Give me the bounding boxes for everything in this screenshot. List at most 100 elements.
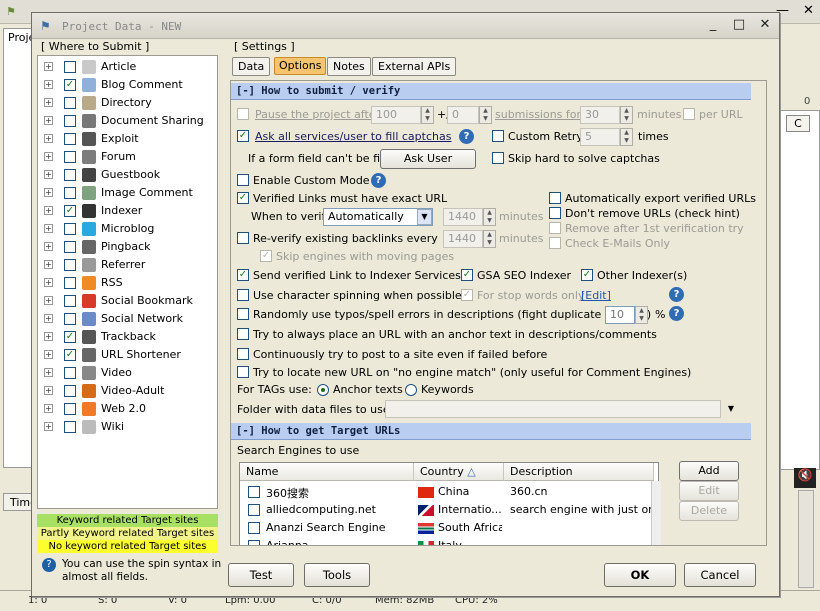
- engine-checkbox[interactable]: [64, 295, 76, 307]
- plus-minus-spinner[interactable]: ▲▼: [479, 106, 492, 124]
- tree-item[interactable]: +Web 2.0: [38, 400, 216, 418]
- remove-after-checkbox[interactable]: [549, 222, 561, 234]
- tree-item[interactable]: +Guestbook: [38, 166, 216, 184]
- reverify-spinner[interactable]: ▲▼: [483, 230, 496, 248]
- char-spin-help-icon[interactable]: ?: [669, 287, 684, 302]
- cancel-button[interactable]: Cancel: [684, 563, 756, 587]
- engine-checkbox[interactable]: [64, 259, 76, 271]
- engine-checkbox[interactable]: [64, 151, 76, 163]
- tab-data[interactable]: Data: [232, 57, 270, 76]
- submissions-spinner[interactable]: ▲▼: [620, 106, 633, 124]
- ok-button[interactable]: OK: [604, 563, 676, 587]
- add-button[interactable]: Add: [679, 461, 739, 481]
- bg-scrollbar[interactable]: [798, 490, 814, 588]
- locate-new-checkbox[interactable]: [237, 366, 249, 378]
- row-checkbox[interactable]: [248, 540, 260, 546]
- tree-item[interactable]: +Forum: [38, 148, 216, 166]
- expand-icon[interactable]: +: [44, 98, 53, 107]
- dialog-titlebar[interactable]: ⚑ Project Data - NEW _ □ ✕: [32, 13, 779, 39]
- edit-button[interactable]: Edit: [679, 481, 739, 501]
- engine-checkbox[interactable]: ✓: [64, 349, 76, 361]
- other-indexer-checkbox[interactable]: ✓: [581, 269, 593, 281]
- pause-label[interactable]: Pause the project after: [255, 108, 380, 121]
- keywords-radio[interactable]: [405, 384, 417, 396]
- expand-icon[interactable]: +: [44, 260, 53, 269]
- tree-item[interactable]: +Wiki: [38, 418, 216, 436]
- tree-item[interactable]: +Video-Adult: [38, 382, 216, 400]
- ask-user-dropdown[interactable]: Ask User: [380, 149, 476, 169]
- edit-link[interactable]: [Edit]: [581, 289, 611, 302]
- engine-checkbox[interactable]: ✓: [64, 205, 76, 217]
- row-checkbox[interactable]: [248, 522, 260, 534]
- table-row[interactable]: AriannaItaly: [240, 537, 658, 546]
- minimize-icon[interactable]: _: [704, 17, 722, 35]
- plus-minus-value[interactable]: 0: [447, 106, 479, 124]
- engine-checkbox[interactable]: [64, 97, 76, 109]
- bg-close-icon[interactable]: ✕: [803, 3, 814, 18]
- engine-checkbox[interactable]: [64, 61, 76, 73]
- expand-icon[interactable]: +: [44, 242, 53, 251]
- anchor-texts-radio[interactable]: [317, 384, 329, 396]
- verify-minutes-value[interactable]: 1440: [443, 208, 483, 226]
- check-email-checkbox[interactable]: [549, 237, 561, 249]
- expand-icon[interactable]: +: [44, 62, 53, 71]
- expand-icon[interactable]: +: [44, 170, 53, 179]
- expand-icon[interactable]: +: [44, 350, 53, 359]
- retry-value[interactable]: 5: [580, 128, 620, 146]
- pause-spinner[interactable]: ▲▼: [421, 106, 434, 124]
- per-url-checkbox[interactable]: [683, 108, 695, 120]
- expand-icon[interactable]: +: [44, 206, 53, 215]
- engine-checkbox[interactable]: [64, 223, 76, 235]
- tree-item[interactable]: +Referrer: [38, 256, 216, 274]
- expand-icon[interactable]: +: [44, 152, 53, 161]
- verify-minutes-spinner[interactable]: ▲▼: [483, 208, 496, 226]
- typos-spinner[interactable]: ▲▼: [635, 306, 648, 324]
- engine-checkbox[interactable]: [64, 241, 76, 253]
- tree-item[interactable]: +Video: [38, 364, 216, 382]
- submissions-for-label[interactable]: submissions for: [495, 108, 581, 121]
- expand-icon[interactable]: +: [44, 368, 53, 377]
- custom-mode-help-icon[interactable]: ?: [371, 173, 386, 188]
- tree-item[interactable]: +Exploit: [38, 130, 216, 148]
- tab-notes[interactable]: Notes: [327, 57, 371, 76]
- engine-checkbox[interactable]: [64, 421, 76, 433]
- section-submit-verify[interactable]: [-] How to submit / verify: [231, 83, 751, 100]
- skip-moving-checkbox[interactable]: ✓: [260, 250, 272, 262]
- expand-icon[interactable]: +: [44, 422, 53, 431]
- char-spin-checkbox[interactable]: [237, 289, 249, 301]
- expand-icon[interactable]: +: [44, 188, 53, 197]
- section-target-urls[interactable]: [-] How to get Target URLs: [231, 423, 751, 440]
- expand-icon[interactable]: +: [44, 404, 53, 413]
- pause-value[interactable]: 100: [371, 106, 421, 124]
- col-name[interactable]: Name: [240, 463, 414, 481]
- maximize-icon[interactable]: □: [730, 17, 748, 35]
- expand-icon[interactable]: +: [44, 314, 53, 323]
- tree-item[interactable]: +Pingback: [38, 238, 216, 256]
- skip-hard-checkbox[interactable]: [492, 152, 504, 164]
- engine-checkbox[interactable]: [64, 187, 76, 199]
- row-checkbox[interactable]: [248, 504, 260, 516]
- tree-item[interactable]: +Document Sharing: [38, 112, 216, 130]
- table-row[interactable]: Ananzi Search EngineSouth Africa: [240, 519, 658, 537]
- send-indexer-checkbox[interactable]: ✓: [237, 269, 249, 281]
- engine-checkbox[interactable]: [64, 367, 76, 379]
- tab-options[interactable]: Options: [274, 57, 326, 75]
- tree-item[interactable]: +✓URL Shortener: [38, 346, 216, 364]
- expand-icon[interactable]: +: [44, 134, 53, 143]
- speaker-icon[interactable]: 🔇: [794, 468, 816, 488]
- tree-item[interactable]: +✓Blog Comment: [38, 76, 216, 94]
- expand-icon[interactable]: +: [44, 80, 53, 89]
- typos-checkbox[interactable]: [237, 308, 249, 320]
- anchor-checkbox[interactable]: [237, 328, 249, 340]
- row-checkbox[interactable]: [248, 486, 260, 498]
- engine-checkbox[interactable]: ✓: [64, 331, 76, 343]
- typos-value[interactable]: 10: [605, 306, 635, 324]
- col-country[interactable]: Country △: [414, 463, 504, 481]
- reverify-checkbox[interactable]: [237, 232, 249, 244]
- tree-item[interactable]: +RSS: [38, 274, 216, 292]
- engine-checkbox[interactable]: [64, 115, 76, 127]
- expand-icon[interactable]: +: [44, 332, 53, 341]
- engine-checkbox[interactable]: [64, 277, 76, 289]
- tools-button[interactable]: Tools: [304, 563, 370, 587]
- folder-input[interactable]: [385, 400, 721, 418]
